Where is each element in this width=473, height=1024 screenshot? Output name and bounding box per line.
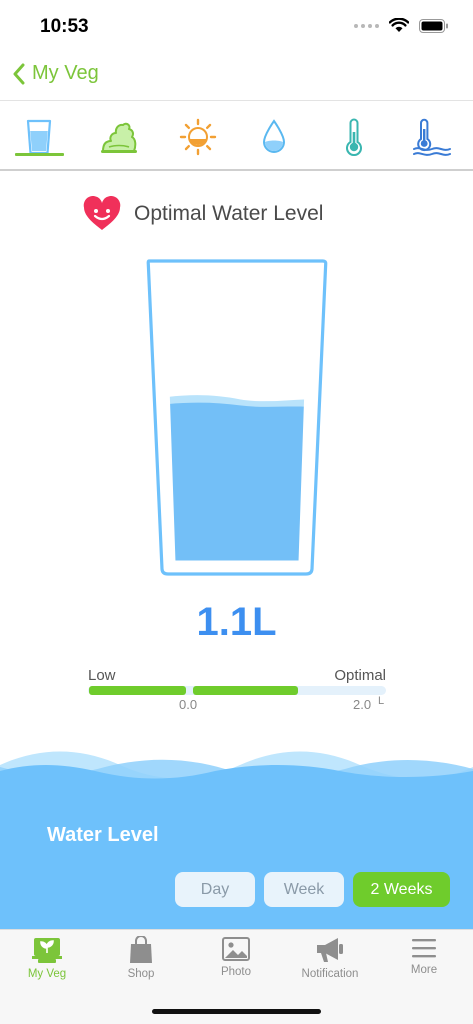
status-icons bbox=[354, 18, 449, 33]
tab-water-temperature[interactable] bbox=[408, 113, 456, 161]
water-glass-icon bbox=[26, 119, 52, 155]
wifi-icon bbox=[389, 18, 409, 32]
navigation-bar: My Veg bbox=[0, 54, 473, 100]
tab-divider bbox=[0, 169, 473, 171]
cellular-signal-icon bbox=[354, 23, 379, 28]
water-level-value: 1.1L bbox=[196, 600, 277, 644]
water-drop-icon bbox=[262, 119, 286, 153]
tabbar-notification[interactable]: Notification bbox=[283, 936, 377, 980]
battery-icon bbox=[419, 18, 448, 33]
tabbar-notification-label: Notification bbox=[301, 968, 359, 980]
tab-air-temperature[interactable] bbox=[330, 113, 378, 161]
heart-smile-icon bbox=[83, 196, 121, 230]
scale-low-label: Low bbox=[88, 667, 116, 684]
scale-min-value: 0.0 bbox=[179, 697, 198, 712]
tabbar-my-veg[interactable]: My Veg bbox=[0, 936, 94, 980]
menu-icon bbox=[412, 939, 436, 958]
shopping-bag-icon bbox=[130, 936, 152, 963]
status-heading: Optimal Water Level bbox=[82, 196, 323, 232]
photo-icon bbox=[222, 937, 250, 961]
sensor-tab-strip bbox=[0, 101, 473, 169]
chevron-left-icon bbox=[13, 63, 25, 84]
water-level-card-title: Water Level bbox=[47, 824, 159, 846]
sunlight-icon bbox=[179, 118, 217, 156]
home-indicator bbox=[152, 1009, 321, 1014]
scale-labels: Low Optimal bbox=[88, 667, 386, 687]
scale-max-value: 2.0 bbox=[353, 697, 372, 712]
tabbar-my-veg-label: My Veg bbox=[27, 968, 67, 980]
status-bar: 10:53 bbox=[0, 0, 473, 54]
megaphone-icon bbox=[317, 938, 343, 962]
plant-pot-icon bbox=[32, 938, 62, 963]
tab-sunlight[interactable] bbox=[174, 113, 222, 161]
scale-optimal-label: Optimal bbox=[334, 667, 386, 684]
soil-fertilizer-icon bbox=[101, 122, 137, 153]
water-level-bar bbox=[88, 686, 386, 695]
range-week-button[interactable]: Week bbox=[264, 872, 344, 907]
thermometer-icon bbox=[346, 118, 362, 156]
water-glass-illustration bbox=[146, 259, 328, 576]
level-bar-segment-low bbox=[89, 686, 186, 695]
level-bar-segment-optimal bbox=[193, 686, 298, 695]
tabbar-shop[interactable]: Shop bbox=[94, 936, 188, 980]
back-button-label: My Veg bbox=[32, 62, 99, 84]
range-2weeks-button[interactable]: 2 Weeks bbox=[353, 872, 450, 907]
water-temperature-icon bbox=[413, 118, 451, 156]
tabbar-more[interactable]: More bbox=[377, 936, 471, 976]
tabbar-more-label: More bbox=[410, 964, 438, 976]
status-heading-text: Optimal Water Level bbox=[134, 202, 324, 225]
range-selector: Day Week 2 Weeks bbox=[0, 872, 473, 908]
tabbar-shop-label: Shop bbox=[127, 968, 155, 980]
status-time: 10:53 bbox=[40, 16, 89, 37]
scale-ticks: 0.0 2.0 L bbox=[88, 695, 386, 715]
back-button[interactable]: My Veg bbox=[12, 62, 99, 85]
tabbar-photo[interactable]: Photo bbox=[189, 936, 283, 978]
active-tab-indicator bbox=[15, 153, 64, 156]
tab-fertilizer[interactable] bbox=[95, 113, 143, 161]
tabbar-photo-label: Photo bbox=[220, 966, 252, 978]
scale-unit: L bbox=[378, 695, 385, 707]
range-day-button[interactable]: Day bbox=[175, 872, 255, 907]
tab-humidity[interactable] bbox=[250, 113, 298, 161]
